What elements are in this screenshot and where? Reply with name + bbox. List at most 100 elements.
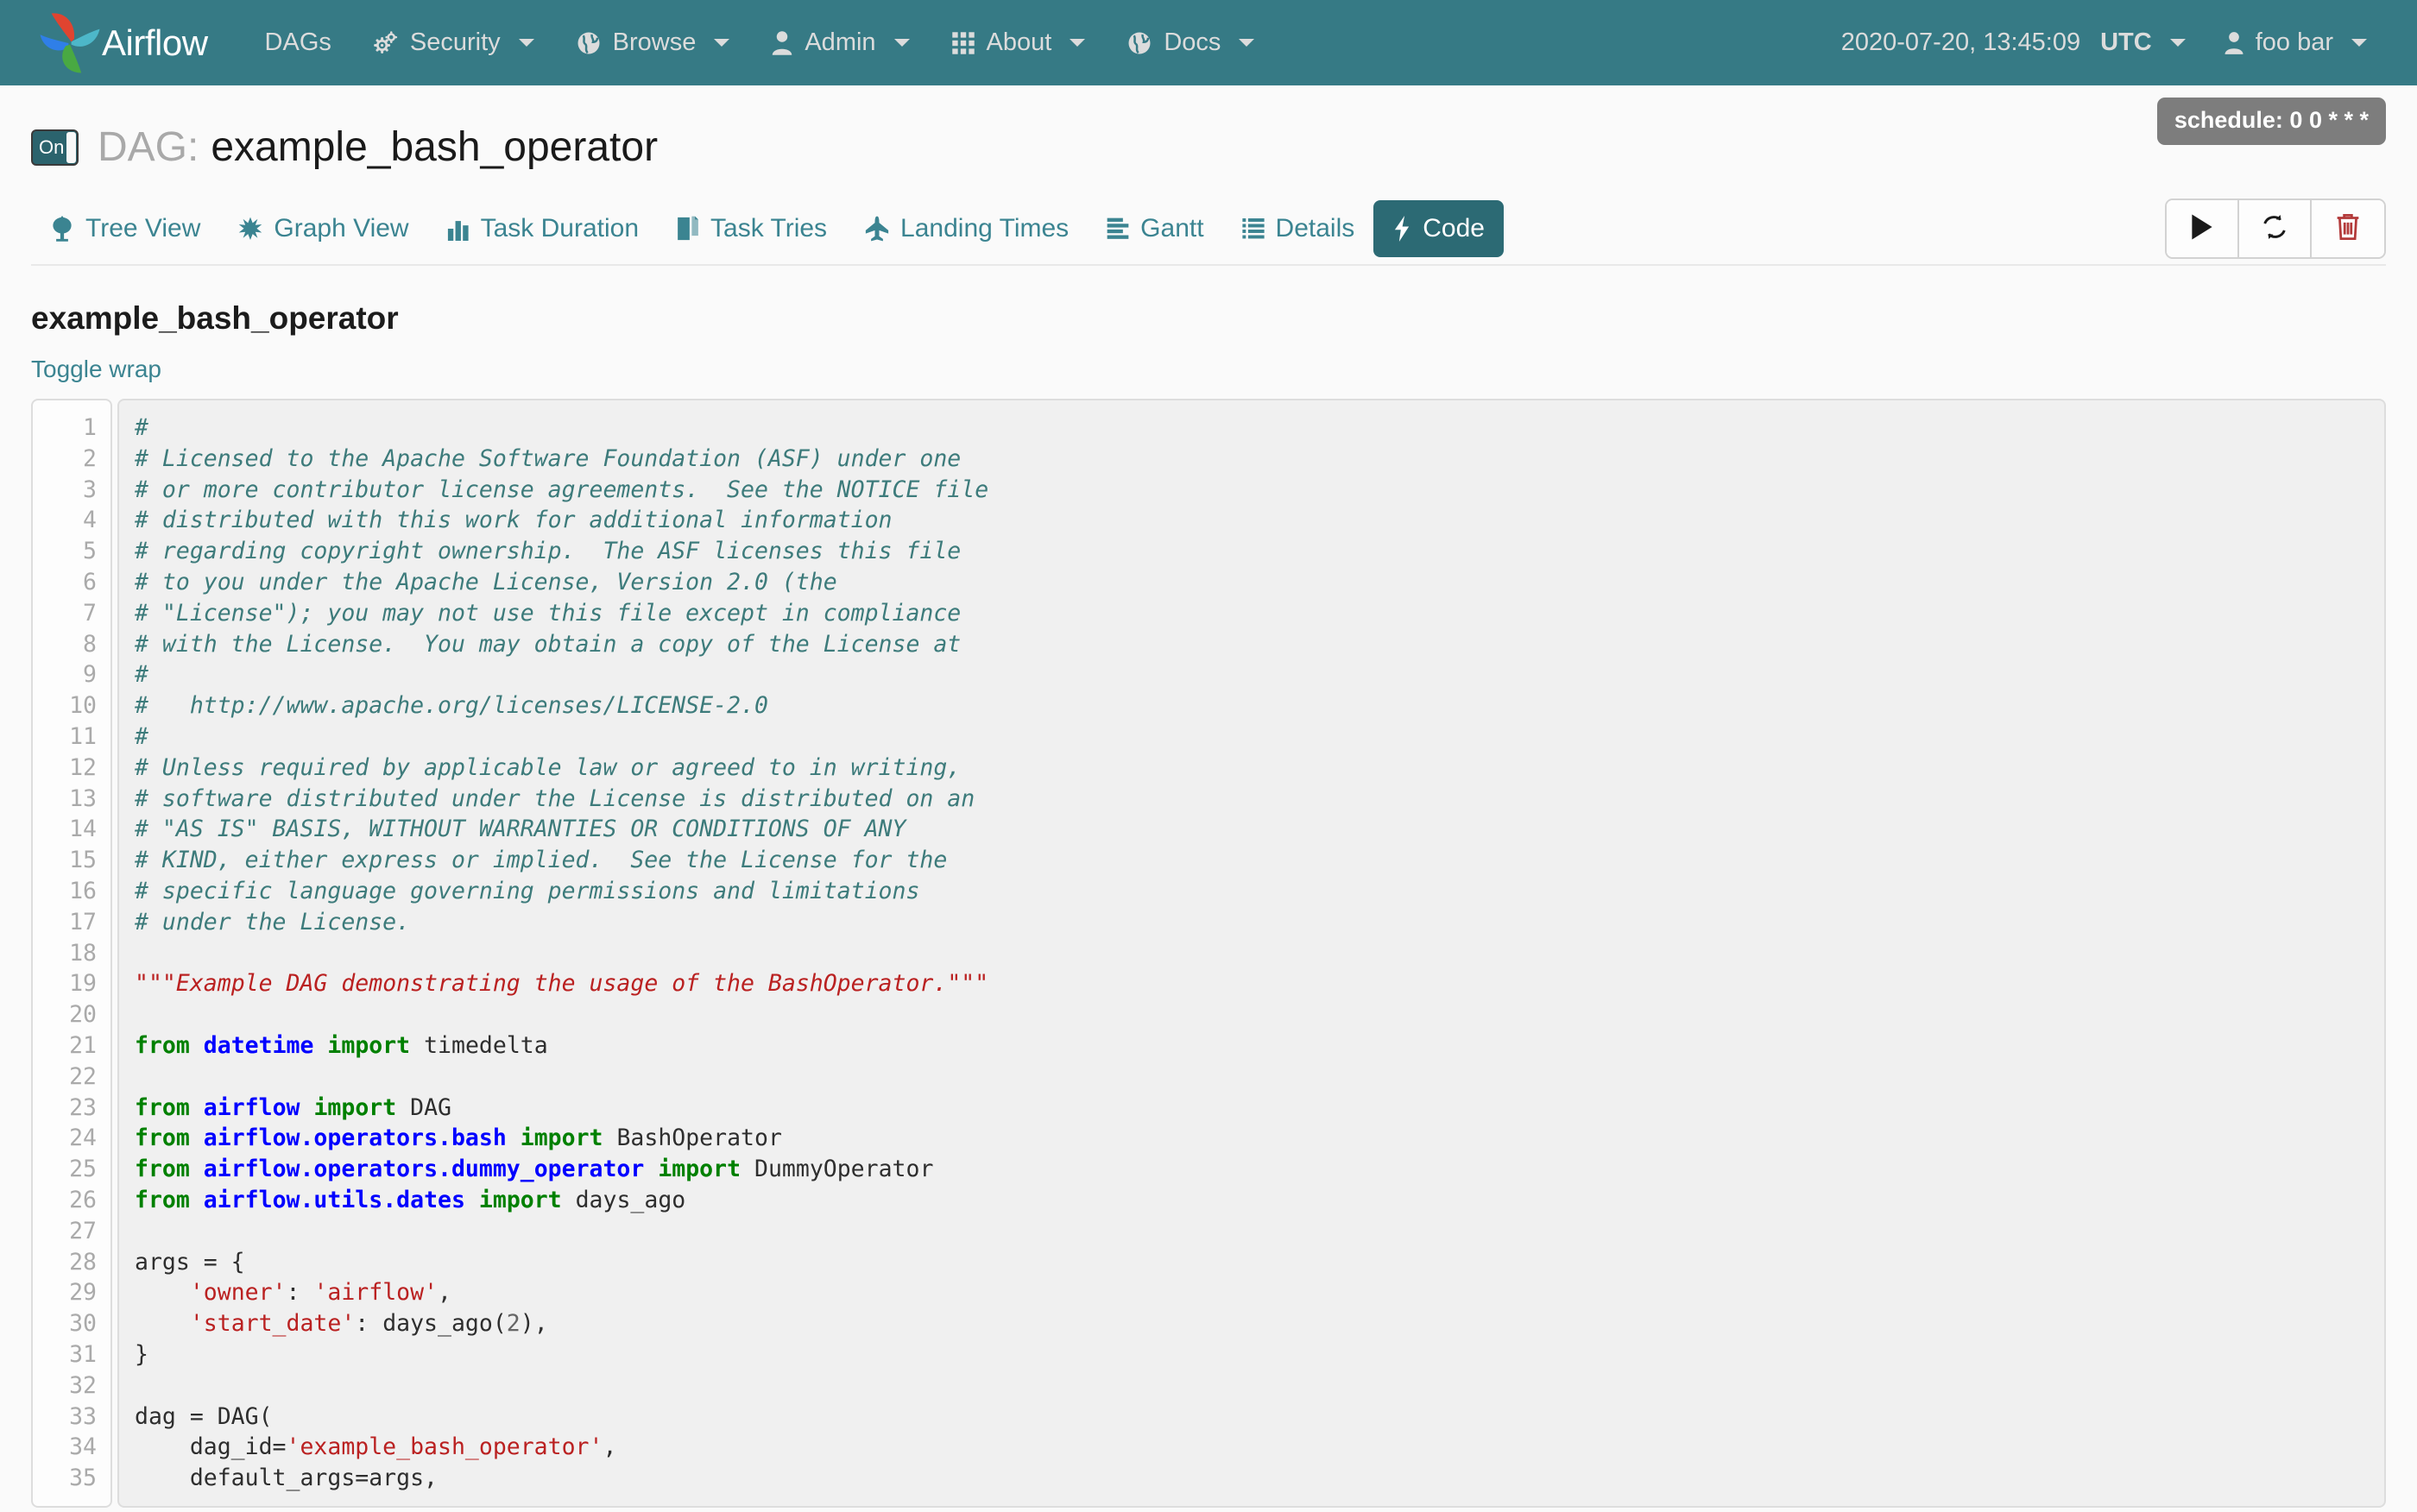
code-token: airflow.operators.bash [204, 1125, 507, 1151]
code-token [465, 1187, 479, 1213]
code-content[interactable]: # # Licensed to the Apache Software Found… [117, 399, 2386, 1508]
code-line: # [135, 659, 2384, 690]
tree-icon [50, 216, 74, 242]
trigger-dag-button[interactable] [2167, 200, 2239, 257]
code-token: timedelta [410, 1032, 548, 1059]
code-token: from [135, 1032, 190, 1059]
code-line: # [135, 413, 2384, 444]
nav-item-about[interactable]: About [931, 28, 1107, 57]
chevron-down-icon [2351, 39, 2367, 47]
navbar-menu: DAGs [244, 28, 1276, 57]
code-token [190, 1094, 204, 1121]
code-token: # [135, 414, 148, 441]
code-line: # under the License. [135, 907, 2384, 938]
code-token: import [521, 1125, 603, 1151]
navbar-right-group: 2020-07-20, 13:45:09 UTC foo bar [1822, 28, 2386, 57]
code-token [313, 1032, 327, 1059]
globe-icon [576, 30, 602, 56]
code-token: from [135, 1187, 190, 1213]
code-line: # software distributed under the License… [135, 784, 2384, 815]
delete-dag-button[interactable] [2312, 200, 2384, 257]
nav-label-security: Security [410, 28, 501, 57]
dag-toggle-label: On [33, 136, 64, 159]
code-line: # or more contributor license agreements… [135, 475, 2384, 506]
dag-view-tabs: Tree View Graph View T [31, 193, 2386, 266]
code-token [300, 1094, 313, 1121]
code-token: """ [947, 970, 988, 997]
nav-item-browse[interactable]: Browse [555, 28, 751, 57]
code-token: 'airflow' [313, 1279, 438, 1306]
line-number: 26 [41, 1185, 97, 1216]
code-token: from [135, 1125, 190, 1151]
code-line: # distributed with this work for additio… [135, 505, 2384, 536]
code-token: dag = DAG( [135, 1403, 273, 1430]
line-number: 7 [41, 598, 97, 629]
line-number: 15 [41, 845, 97, 876]
nav-item-dags[interactable]: DAGs [244, 28, 352, 57]
nav-label-about: About [987, 28, 1052, 57]
code-token: , [438, 1279, 451, 1306]
code-line: from airflow import DAG [135, 1093, 2384, 1124]
code-line: from datetime import timedelta [135, 1030, 2384, 1062]
tab-label-landing-times: Landing Times [900, 214, 1069, 243]
line-number: 14 [41, 814, 97, 845]
toggle-wrap-link[interactable]: Toggle wrap [31, 356, 161, 383]
tab-tree-view[interactable]: Tree View [31, 200, 219, 257]
code-token: # software distributed under the License… [135, 785, 975, 812]
line-number: 29 [41, 1277, 97, 1308]
line-number: 24 [41, 1123, 97, 1154]
clock-timezone-dropdown[interactable]: 2020-07-20, 13:45:09 UTC [1822, 28, 2205, 57]
nav-item-docs[interactable]: Docs [1106, 28, 1275, 57]
code-token: 'example_bash_operator' [287, 1433, 603, 1460]
code-token: : [287, 1279, 314, 1306]
code-line [135, 1062, 2384, 1093]
line-number: 31 [41, 1339, 97, 1370]
code-token: } [135, 1341, 148, 1368]
line-number: 3 [41, 475, 97, 506]
refresh-dag-button[interactable] [2239, 200, 2312, 257]
line-number: 19 [41, 968, 97, 999]
code-token: from [135, 1156, 190, 1182]
tab-graph-view[interactable]: Graph View [219, 200, 427, 257]
line-number: 17 [41, 907, 97, 938]
tab-label-gantt: Gantt [1140, 214, 1203, 243]
code-token: : days_ago( [355, 1310, 507, 1337]
nav-item-admin[interactable]: Admin [750, 28, 930, 57]
asterisk-icon [238, 217, 262, 241]
tab-task-duration[interactable]: Task Duration [428, 200, 658, 257]
code-token: datetime [204, 1032, 314, 1059]
chevron-down-icon [894, 39, 910, 47]
line-number: 2 [41, 444, 97, 475]
tab-gantt[interactable]: Gantt [1088, 200, 1222, 257]
code-line-numbers: 1234567891011121314151617181920212223242… [31, 399, 112, 1508]
tab-details[interactable]: Details [1223, 200, 1374, 257]
page-container: On DAG: example_bash_operator schedule: … [0, 85, 2417, 1508]
code-token: 2 [507, 1310, 521, 1337]
code-token: # or more contributor license agreements… [135, 476, 988, 503]
code-token: , [603, 1433, 616, 1460]
code-line: # Licensed to the Apache Software Founda… [135, 444, 2384, 475]
line-number: 28 [41, 1247, 97, 1278]
tab-task-tries[interactable]: Task Tries [658, 200, 846, 257]
airflow-brand-link[interactable]: Airflow [35, 8, 208, 79]
nav-item-security[interactable]: Security [352, 28, 555, 57]
code-token: default_args=args, [135, 1465, 438, 1491]
code-token: # [135, 661, 148, 688]
code-line: 'start_date': days_ago(2), [135, 1308, 2384, 1339]
line-number: 23 [41, 1093, 97, 1124]
list-icon [1242, 217, 1265, 240]
code-token: import [327, 1032, 410, 1059]
line-number: 35 [41, 1463, 97, 1494]
code-line: # to you under the Apache License, Versi… [135, 567, 2384, 598]
code-token: airflow.operators.dummy_operator [204, 1156, 645, 1182]
airflow-logo-icon [35, 8, 105, 79]
code-line: from airflow.operators.dummy_operator im… [135, 1154, 2384, 1185]
dag-pause-toggle[interactable]: On [31, 129, 79, 166]
user-icon [771, 30, 793, 56]
code-token: Example DAG demonstrating the usage of t… [176, 970, 947, 997]
tab-code[interactable]: Code [1373, 200, 1504, 257]
code-token: # Unless required by applicable law or a… [135, 754, 961, 781]
user-menu[interactable]: foo bar [2205, 28, 2386, 57]
code-token [135, 1279, 190, 1306]
tab-landing-times[interactable]: Landing Times [846, 200, 1088, 257]
